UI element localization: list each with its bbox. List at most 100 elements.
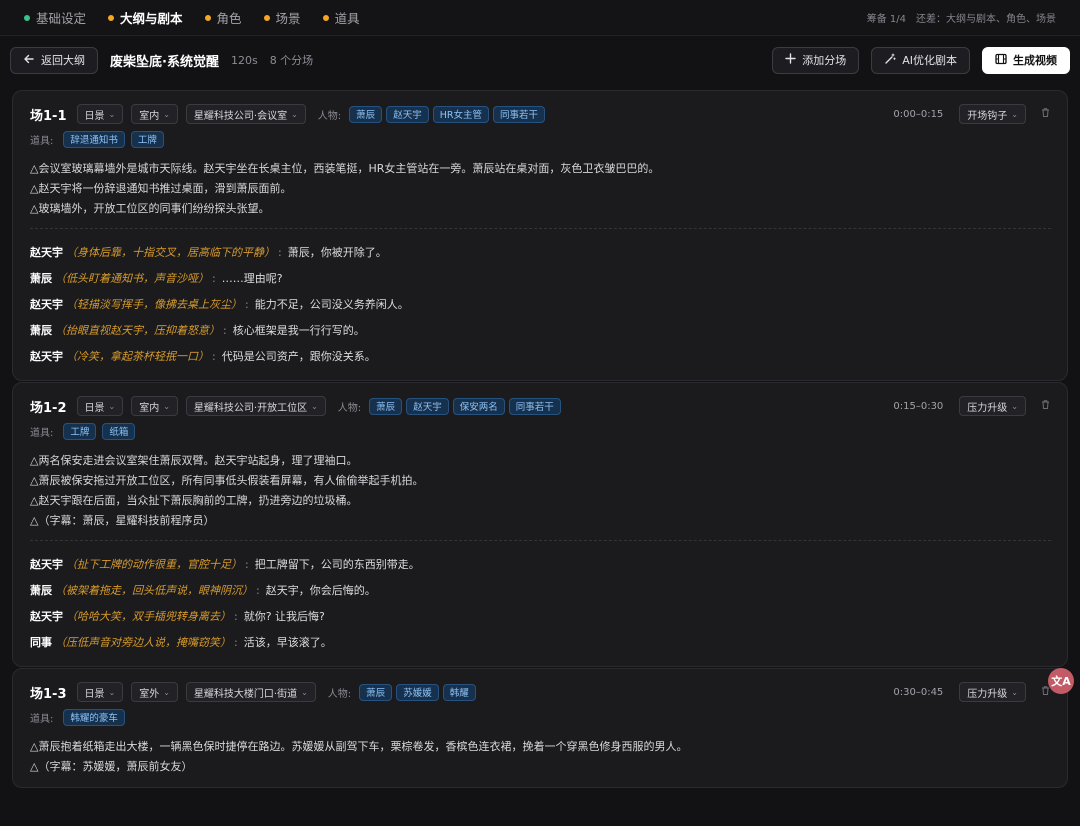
prop-tag[interactable]: 辞退通知书 [63,130,125,148]
chevron-down-icon: ⌄ [291,109,298,119]
action-lines: △会议室玻璃幕墙外是城市天际线。赵天宇坐在长桌主位，西装笔挺，HR女主管站在一旁… [30,159,1051,219]
beat-select[interactable]: 压力升级 ⌄ [959,682,1026,702]
person-tag[interactable]: 苏媛媛 [396,683,439,701]
scene-number: 场1-1 [30,108,67,124]
speaker-name: 赵天宇 [30,610,63,623]
location-select-value: 星耀科技公司·开放工位区 [193,402,308,414]
person-tag[interactable]: 韩耀 [442,683,476,701]
speaker-name: 萧辰 [30,324,52,337]
speaker-name: 赵天宇 [30,246,63,259]
stage-direction: （冷笑，拿起茶杯轻抿一口） [66,350,209,363]
back-button[interactable]: 返回大纲 [10,46,98,74]
daynight-select[interactable]: 日景 ⌄ [76,396,124,416]
ai-optimize-button[interactable]: AI优化剧本 [871,46,970,74]
dialogue-text: 代码是公司资产，跟你没关系。 [221,350,376,363]
location-select[interactable]: 星耀科技公司·开放工位区 ⌄ [185,396,326,416]
person-tag[interactable]: 同事若干 [508,397,561,415]
dialogue-line: 萧辰 （低头盯着通知书，声音沙哑）: ……理由呢? [30,266,1051,292]
page-header: 返回大纲 废柴坠底·系统觉醒 120s 8 个分场 添加分场 AI优化剧本 生成… [0,36,1080,84]
stage-direction: （哈哈大笑，双手插兜转身离去） [66,610,231,623]
beat-select-value: 压力升级 [967,688,1008,700]
person-tag[interactable]: HR女主管 [432,105,489,123]
props-label: 道具: [30,427,54,439]
dialogue-line: 赵天宇 （扯下工牌的动作很重，官腔十足）: 把工牌留下，公司的东西别带走。 [30,552,1051,578]
action-line: △赵天宇将一份辞退通知书推过桌面，滑到萧辰面前。 [30,182,292,195]
ai-optimize-label: AI优化剧本 [902,54,957,67]
daynight-select[interactable]: 日景 ⌄ [76,104,124,124]
chevron-down-icon: ⌄ [108,401,116,411]
step-tab[interactable]: 场景 [263,8,301,27]
duration-label: 120s [230,53,258,67]
person-tag[interactable]: 同事若干 [492,105,545,123]
status-dot-icon [204,14,211,21]
page-title: 废柴坠底·系统觉醒 [110,54,219,70]
scene-list: 场1-1 日景 ⌄ 室内 ⌄ 星耀科技公司·会议室 ⌄ 人物: 萧辰 赵天宇 HR女主管 同事若干 0:… [0,90,1080,788]
time-range: 0:00–0:15 [893,108,944,120]
scene-header-row: 场1-3 日景 ⌄ 室外 ⌄ 星耀科技大楼门口·街道 ⌄ 人物: 萧辰 苏媛媛 韩耀 0:30–0:4… [30,681,1051,703]
person-tag[interactable]: 萧辰 [369,397,403,415]
progress-status: 筹备 1/4 还差：大纲与剧本、角色、场景 [866,14,1056,25]
back-button-label: 返回大纲 [41,54,85,67]
location-select-value: 星耀科技公司·会议室 [193,110,288,122]
step-tab-label: 场景 [275,11,301,26]
step-tab[interactable]: 道具 [322,8,360,27]
action-line: △赵天宇跟在后面，当众扯下萧辰胸前的工牌，扔进旁边的垃圾桶。 [30,494,358,507]
colon-separator: : [256,584,260,597]
action-line: △会议室玻璃幕墙外是城市天际线。赵天宇坐在长桌主位，西装笔挺，HR女主管站在一旁… [30,162,660,175]
daynight-select[interactable]: 日景 ⌄ [76,682,124,702]
dialogue-line: 萧辰 （抬眼直视赵天宇，压抑着怒意）: 核心框架是我一行行写的。 [30,318,1051,344]
action-line: △萧辰被保安拖过开放工位区，所有同事低头假装看屏幕，有人偷偷举起手机拍。 [30,474,424,487]
interior-select[interactable]: 室外 ⌄ [131,682,178,702]
step-tab[interactable]: 大纲与剧本 [108,8,183,27]
scene-header-row: 场1-2 日景 ⌄ 室内 ⌄ 星耀科技公司·开放工位区 ⌄ 人物: 萧辰 赵天宇 保安两名 同事若干 0… [30,395,1051,417]
dialogue-text: 能力不足，公司没义务养闲人。 [254,298,409,311]
action-line: △（字幕：苏媛媛，萧辰前女友） [30,760,193,773]
scene-number: 场1-2 [30,400,67,416]
dialogue-text: 萧辰，你被开除了。 [287,246,387,259]
person-tag[interactable]: 萧辰 [359,683,393,701]
colon-separator: : [234,610,238,623]
interior-select[interactable]: 室内 ⌄ [131,104,178,124]
person-tag[interactable]: 赵天宇 [406,397,449,415]
action-line: △萧辰抱着纸箱走出大楼，一辆黑色保时捷停在路边。苏媛媛从副驾下车，栗棕卷发，香槟… [30,740,688,753]
prop-tag[interactable]: 纸箱 [102,422,136,440]
person-tag[interactable]: 赵天宇 [386,105,429,123]
chevron-down-icon: ⌄ [1011,687,1018,697]
dialogue-text: 就你? 让我后悔? [243,610,325,623]
beat-select[interactable]: 开场钩子 ⌄ [959,104,1026,124]
people-tags: 萧辰 赵天宇 保安两名 同事若干 [369,397,561,415]
translate-button[interactable]: 文A [1048,668,1074,694]
prop-tag[interactable]: 韩耀的豪车 [63,708,125,726]
prop-tag[interactable]: 工牌 [130,130,164,148]
trash-icon[interactable] [1040,399,1051,413]
action-lines: △萧辰抱着纸箱走出大楼，一辆黑色保时捷停在路边。苏媛媛从副驾下车，栗棕卷发，香槟… [30,737,1051,777]
scene-card: 场1-1 日景 ⌄ 室内 ⌄ 星耀科技公司·会议室 ⌄ 人物: 萧辰 赵天宇 HR女主管 同事若干 0:… [12,90,1068,381]
colon-separator: : [278,246,282,259]
chevron-down-icon: ⌄ [163,687,170,697]
person-tag[interactable]: 保安两名 [452,397,505,415]
props-label: 道具: [30,713,54,725]
prop-tag[interactable]: 工牌 [63,422,97,440]
location-select[interactable]: 星耀科技大楼门口·街道 ⌄ [185,682,316,702]
interior-select[interactable]: 室内 ⌄ [131,396,178,416]
chevron-down-icon: ⌄ [163,401,170,411]
step-tabs: 基础设定 大纲与剧本 角色 场景 道具 [24,8,360,27]
location-select[interactable]: 星耀科技公司·会议室 ⌄ [185,104,306,124]
speaker-name: 萧辰 [30,272,52,285]
colon-separator: : [234,636,238,649]
dialogue-line: 同事 （压低声音对旁边人说，掩嘴窃笑）: 活该，早该滚了。 [30,630,1051,656]
time-range: 0:15–0:30 [893,400,944,412]
top-nav: 基础设定 大纲与剧本 角色 场景 道具 筹备 1/4 还差：大纲与剧本、角色、场景 [0,0,1080,36]
generate-video-button[interactable]: 生成视频 [982,46,1070,74]
person-tag[interactable]: 萧辰 [349,105,383,123]
step-tab[interactable]: 基础设定 [24,8,86,27]
beat-select[interactable]: 压力升级 ⌄ [959,396,1026,416]
trash-icon[interactable] [1040,107,1051,121]
step-tab[interactable]: 角色 [204,8,242,27]
speaker-name: 赵天宇 [30,298,63,311]
add-scene-button[interactable]: 添加分场 [772,46,860,74]
stage-direction: （轻描淡写挥手，像拂去桌上灰尘） [66,298,242,311]
dialogue-line: 赵天宇 （冷笑，拿起茶杯轻抿一口）: 代码是公司资产，跟你没关系。 [30,344,1051,370]
action-line: △（字幕：萧辰，星耀科技前程序员） [30,514,215,527]
plus-icon [785,53,796,67]
